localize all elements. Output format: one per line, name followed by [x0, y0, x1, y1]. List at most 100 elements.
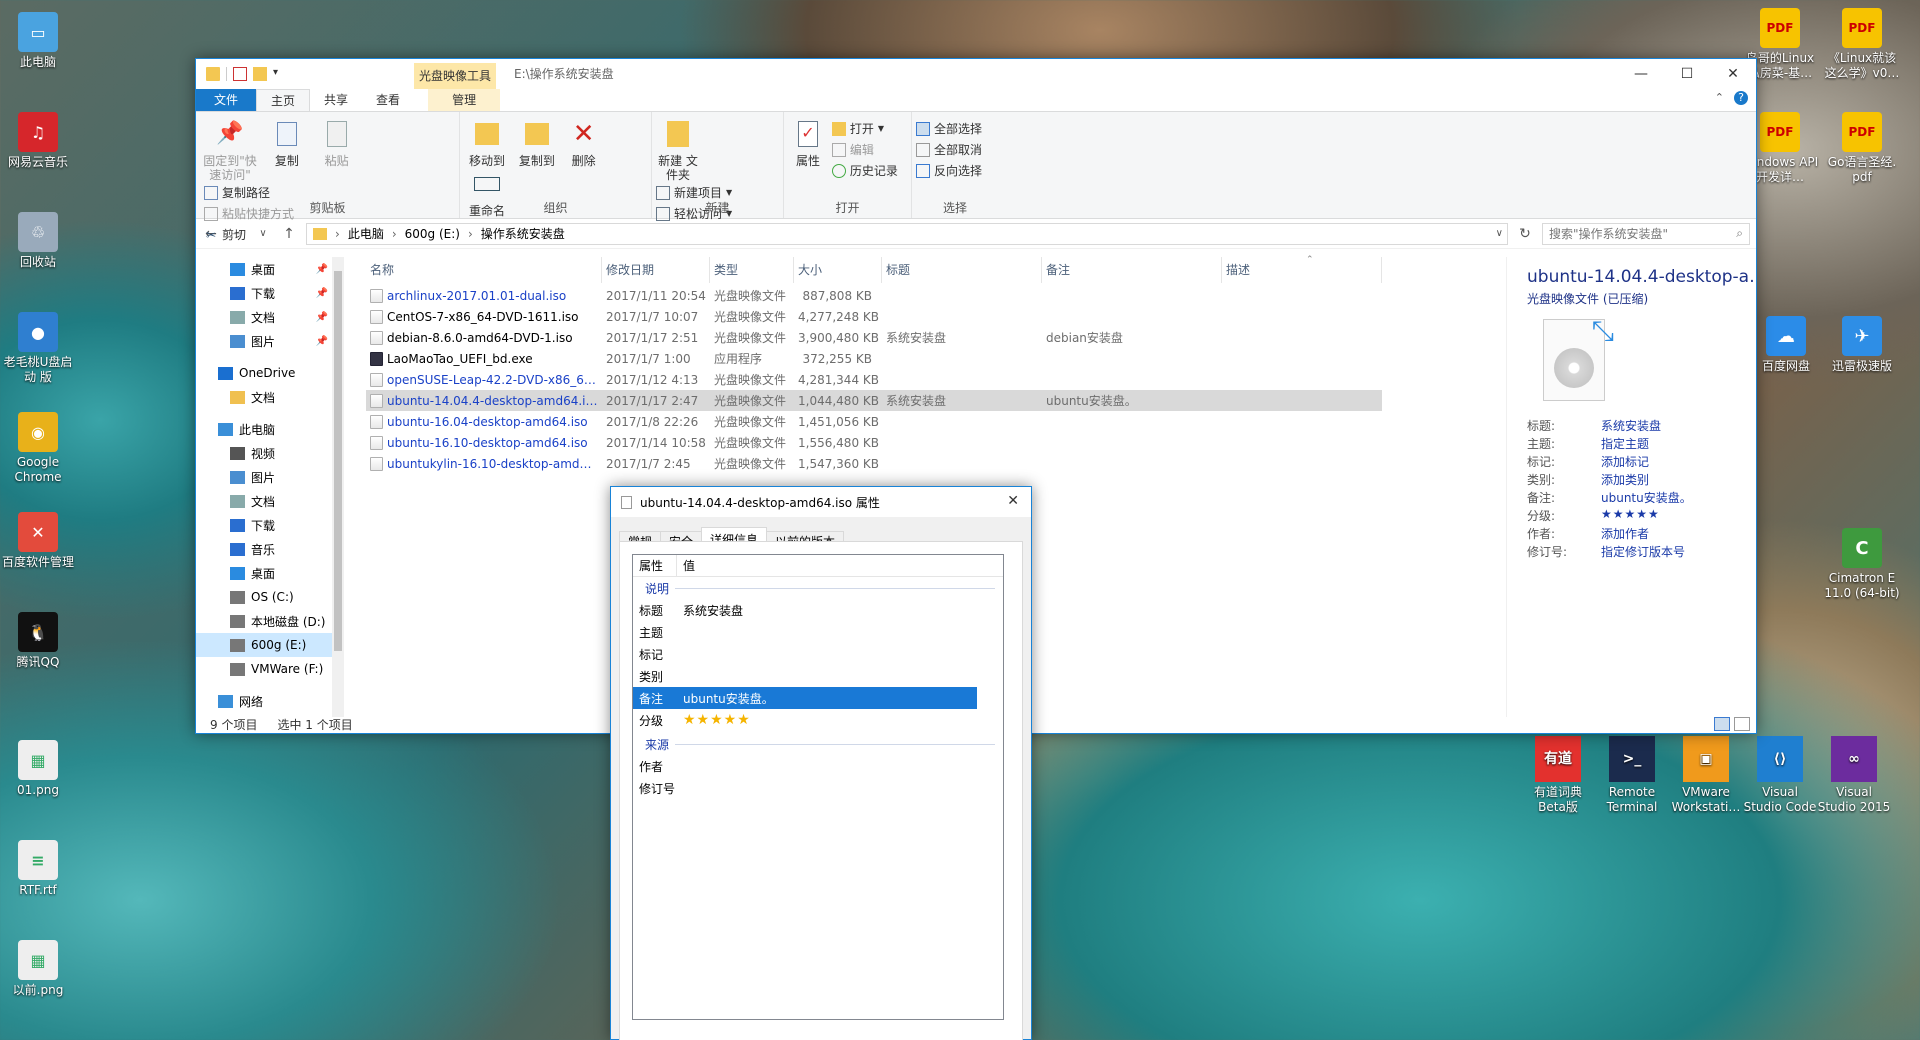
breadcrumb-this-pc[interactable]: 此电脑 [348, 225, 384, 242]
desktop-shortcut[interactable]: ≡ RTF.rtf [0, 840, 76, 898]
copy-to-button[interactable]: 复制到 [514, 118, 560, 168]
tab-view[interactable]: 查看 [362, 89, 414, 111]
pin-icon[interactable]: 📌 [316, 336, 328, 347]
nav-item[interactable]: 图片 [196, 465, 332, 489]
nav-item[interactable]: VMWare (F:) [196, 657, 332, 681]
select-none-button[interactable]: 全部取消 [916, 139, 994, 160]
desktop-shortcut[interactable]: ● 老毛桃U盘启动 版 [0, 312, 76, 385]
dialog-close-button[interactable]: ✕ [1007, 493, 1019, 509]
tab-file[interactable]: 文件 [196, 89, 257, 111]
nav-item[interactable]: 下载 📌 [196, 281, 332, 305]
edit-button[interactable]: 编辑 [831, 139, 898, 160]
nav-item[interactable]: 文档 📌 [196, 305, 332, 329]
app-tile[interactable]: >_ Remote Terminal [1594, 736, 1670, 815]
file-row[interactable]: archlinux-2017.01.01-dual.iso 2017/1/11 2… [366, 285, 1382, 306]
nav-item[interactable]: 图片 📌 [196, 329, 332, 353]
desktop-shortcut[interactable]: ▭ 此电脑 [0, 12, 76, 70]
desktop-shortcut[interactable]: 🐧 腾讯QQ [0, 612, 76, 670]
column-property[interactable]: 属性 [633, 554, 677, 577]
refresh-icon[interactable]: ↻ [1516, 226, 1534, 242]
copy-button[interactable]: 复制 [264, 118, 310, 168]
nav-item[interactable]: OS (C:) [196, 585, 332, 609]
details-property-value[interactable]: 指定修订版本号 [1601, 543, 1685, 561]
property-list[interactable]: 属性 值 说明 标题 系统安装盘 主题 标记 类别 备注 ubuntu安装盘。 分级 ★★★★★… [632, 554, 1004, 1020]
app-tile[interactable]: ⟨⟩ Visual Studio Code [1742, 736, 1818, 815]
desktop-shortcut[interactable]: PDF Go语言圣经. pdf [1822, 112, 1902, 185]
nav-item[interactable]: 视频 [196, 441, 332, 465]
tab-home[interactable]: 主页 [256, 89, 311, 111]
properties-icon[interactable] [233, 67, 247, 81]
close-button[interactable]: ✕ [1710, 59, 1756, 89]
desktop-shortcut[interactable]: ♲ 回收站 [0, 212, 76, 270]
file-row[interactable]: ubuntu-16.10-desktop-amd64.iso 2017/1/14 … [366, 432, 1382, 453]
qat-dropdown-icon[interactable]: ▾ [273, 67, 287, 81]
app-tile[interactable]: 有道 有道词典 Beta版 [1520, 736, 1596, 815]
property-row[interactable]: 标题 系统安装盘 [633, 599, 1003, 621]
property-row[interactable]: 备注 ubuntu安装盘。 [633, 687, 977, 709]
new-folder-button[interactable]: 新建 文件夹 [656, 118, 700, 182]
pin-icon[interactable]: 📌 [316, 312, 328, 323]
column-header[interactable]: 修改日期 [602, 257, 710, 283]
properties-button[interactable]: ✓ 属性 [788, 118, 828, 168]
desktop-shortcut[interactable]: ✕ 百度软件管理 [0, 512, 76, 570]
nav-scrollbar-thumb[interactable] [334, 271, 342, 651]
desktop-shortcut[interactable]: ☁ 百度网盘 [1746, 316, 1826, 374]
details-property-value[interactable]: 指定主题 [1601, 435, 1649, 453]
file-row[interactable]: CentOS-7-x86_64-DVD-1611.iso 2017/1/7 10:… [366, 306, 1382, 327]
column-header[interactable]: 名称 [366, 257, 602, 283]
breadcrumb-folder[interactable]: 操作系统安装盘 [481, 225, 565, 242]
new-folder-icon[interactable] [253, 67, 267, 81]
move-to-button[interactable]: 移动到 [464, 118, 510, 168]
desktop-shortcut[interactable]: ▦ 以前.png [0, 940, 76, 998]
pin-quick-access-button[interactable]: 📌 固定到"快速访问" [200, 118, 260, 183]
context-tab-disc-tools[interactable]: 光盘映像工具 [414, 63, 496, 89]
details-property-value[interactable]: 添加类别 [1601, 471, 1649, 489]
nav-item[interactable]: 桌面 📌 [196, 257, 332, 281]
invert-selection-button[interactable]: 反向选择 [916, 160, 994, 181]
details-view-icon[interactable] [1714, 717, 1730, 731]
tab-share[interactable]: 共享 [310, 89, 362, 111]
large-icons-view-icon[interactable] [1734, 717, 1750, 731]
rating-stars[interactable]: ★★★★★ [1601, 507, 1660, 525]
column-header[interactable]: 大小 [794, 257, 882, 283]
minimize-button[interactable]: — [1618, 59, 1664, 89]
maximize-button[interactable]: ☐ [1664, 59, 1710, 89]
delete-button[interactable]: ✕ 删除 [564, 118, 604, 168]
search-input[interactable]: 搜索"操作系统安装盘" ⌕ [1542, 222, 1750, 245]
address-bar[interactable]: › 此电脑 › 600g (E:) › 操作系统安装盘 ∨ [306, 222, 1508, 245]
file-row[interactable]: openSUSE-Leap-42.2-DVD-x86_6… 2017/1/12 4… [366, 369, 1382, 390]
file-row[interactable]: ubuntu-16.04-desktop-amd64.iso 2017/1/8 2… [366, 411, 1382, 432]
select-all-button[interactable]: 全部选择 [916, 118, 994, 139]
property-row[interactable]: 修订号 [633, 777, 1003, 799]
app-tile[interactable]: ∞ Visual Studio 2015 [1816, 736, 1892, 815]
nav-item[interactable]: 本地磁盘 (D:) [196, 609, 332, 633]
desktop-shortcut[interactable]: ✈ 迅雷极速版 [1822, 316, 1902, 374]
column-header[interactable]: 描述 [1222, 257, 1382, 283]
desktop-shortcut[interactable]: ♫ 网易云音乐 [0, 112, 76, 170]
history-button[interactable]: 历史记录 [831, 160, 898, 181]
column-value[interactable]: 值 [677, 555, 977, 577]
property-row[interactable]: 类别 [633, 665, 1003, 687]
nav-item[interactable]: 此电脑 [196, 417, 332, 441]
property-row[interactable]: 分级 ★★★★★ [633, 709, 1003, 731]
file-row[interactable]: LaoMaoTao_UEFI_bd.exe 2017/1/7 1:00 应用程序 37… [366, 348, 1382, 369]
desktop-shortcut[interactable]: ◉ Google Chrome [0, 412, 76, 485]
details-property-value[interactable]: 系统安装盘 [1601, 417, 1661, 435]
expand-ribbon-icon[interactable]: ⌃ [1715, 91, 1724, 105]
column-header[interactable]: 类型 [710, 257, 794, 283]
nav-item[interactable]: 网络 [196, 689, 332, 713]
desktop-shortcut[interactable]: PDF 《Linux就该 这么学》v0… [1822, 8, 1902, 81]
breadcrumb-drive[interactable]: 600g (E:) [405, 227, 460, 241]
nav-item[interactable]: 文档 [196, 489, 332, 513]
tab-manage[interactable]: 管理 [428, 89, 501, 111]
details-property-value[interactable]: 添加标记 [1601, 453, 1649, 471]
file-row[interactable]: ubuntu-14.04.4-desktop-amd64.i… 2017/1/17… [366, 390, 1382, 411]
property-row[interactable]: 作者 [633, 755, 1003, 777]
open-button[interactable]: 打开 ▼ [831, 118, 898, 139]
details-property-value[interactable]: ubuntu安装盘。 [1601, 489, 1692, 507]
paste-button[interactable]: 粘贴 [314, 118, 360, 168]
column-header[interactable]: 备注 [1042, 257, 1222, 283]
nav-item[interactable]: 600g (E:) [196, 633, 332, 657]
details-property-value[interactable]: 添加作者 [1601, 525, 1649, 543]
address-dropdown-icon[interactable]: ∨ [1496, 228, 1503, 239]
